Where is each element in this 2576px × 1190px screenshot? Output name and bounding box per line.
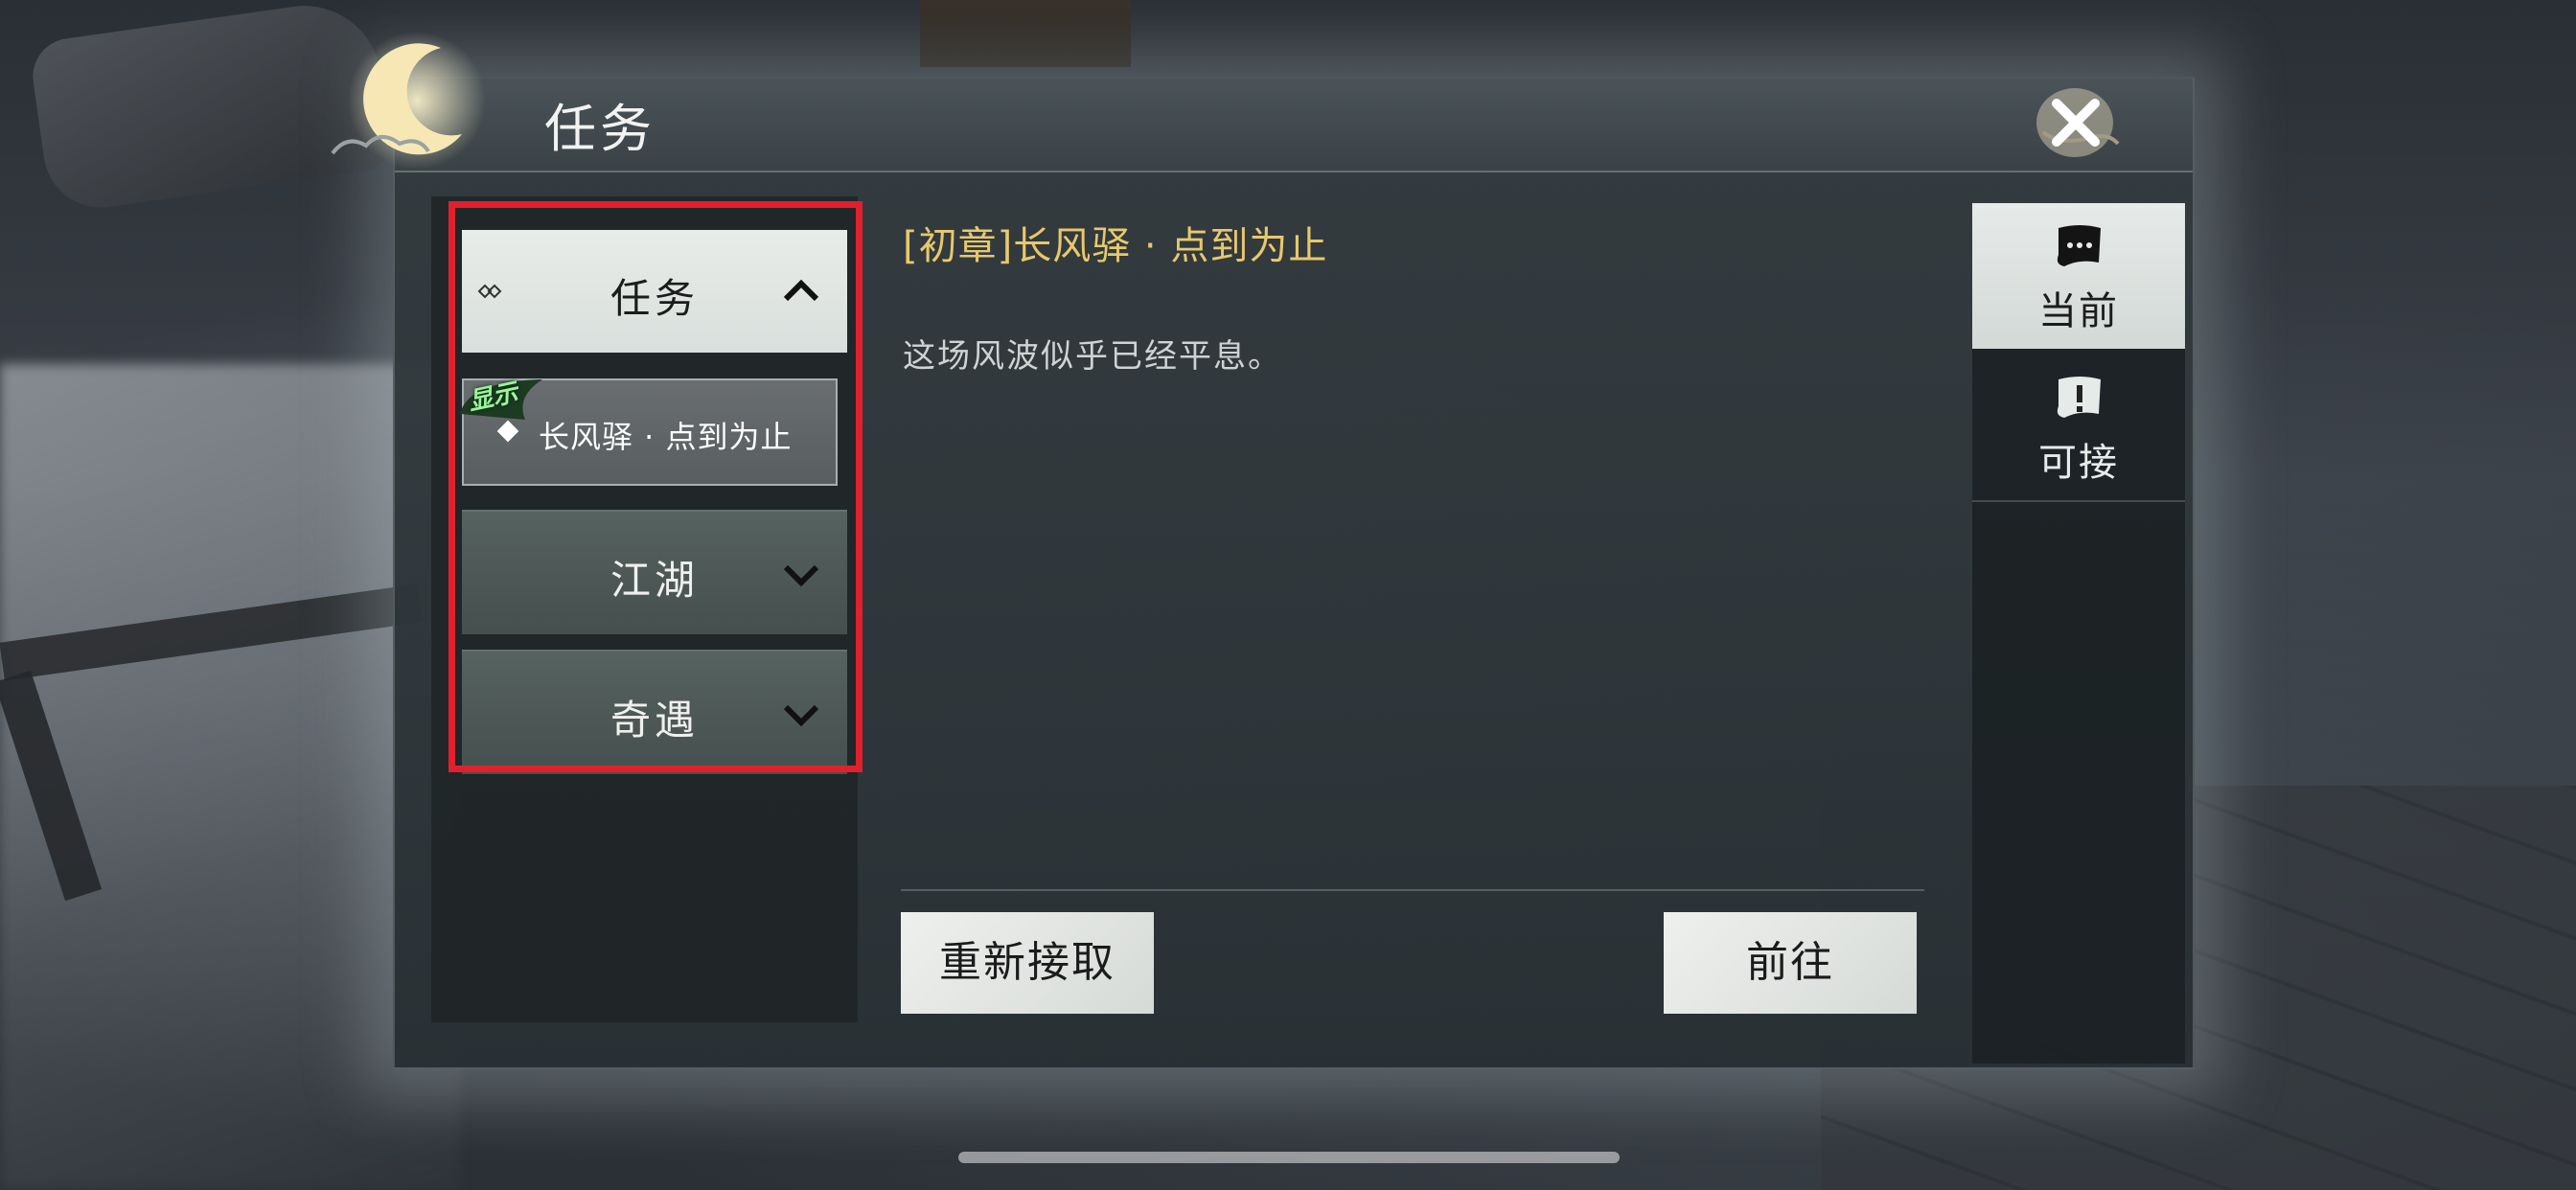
tab-current[interactable]: 当前: [1972, 203, 2185, 349]
quest-detail-description: 这场风波似乎已经平息。: [903, 337, 1282, 376]
reaccept-button[interactable]: 重新接取: [901, 912, 1154, 1014]
detail-divider: [901, 889, 1924, 891]
background-house: [920, 0, 1131, 67]
chevron-down-icon: [783, 704, 819, 727]
category-tasks-header[interactable]: 任务: [462, 230, 847, 353]
goto-button[interactable]: 前往: [1664, 912, 1917, 1014]
quest-detail-title: [初章]长风驿 · 点到为止: [903, 224, 1328, 268]
chevron-down-icon: [783, 564, 819, 587]
diamond-bullet-icon: [496, 420, 519, 443]
background-rock: [28, 0, 394, 216]
panel-header: [395, 79, 2193, 172]
close-x-icon[interactable]: [2022, 75, 2128, 171]
tab-available[interactable]: 可接: [1972, 355, 2185, 502]
home-indicator[interactable]: [958, 1152, 1620, 1163]
scroll-chat-icon: [2057, 225, 2101, 266]
panel-title: 任务: [544, 99, 656, 159]
background-snow: [0, 364, 460, 1190]
cloud-ornament-icon: [331, 135, 430, 155]
category-qiyu-header[interactable]: 奇遇: [462, 650, 847, 774]
tab-label: 可接: [2038, 441, 2119, 485]
quest-item-label: 长风驿 · 点到为止: [539, 419, 793, 455]
chevron-up-icon: [783, 279, 819, 302]
category-jianghu-header[interactable]: 江湖: [462, 510, 847, 634]
tab-label: 当前: [2038, 289, 2119, 333]
scroll-exclaim-icon: [2057, 377, 2101, 418]
